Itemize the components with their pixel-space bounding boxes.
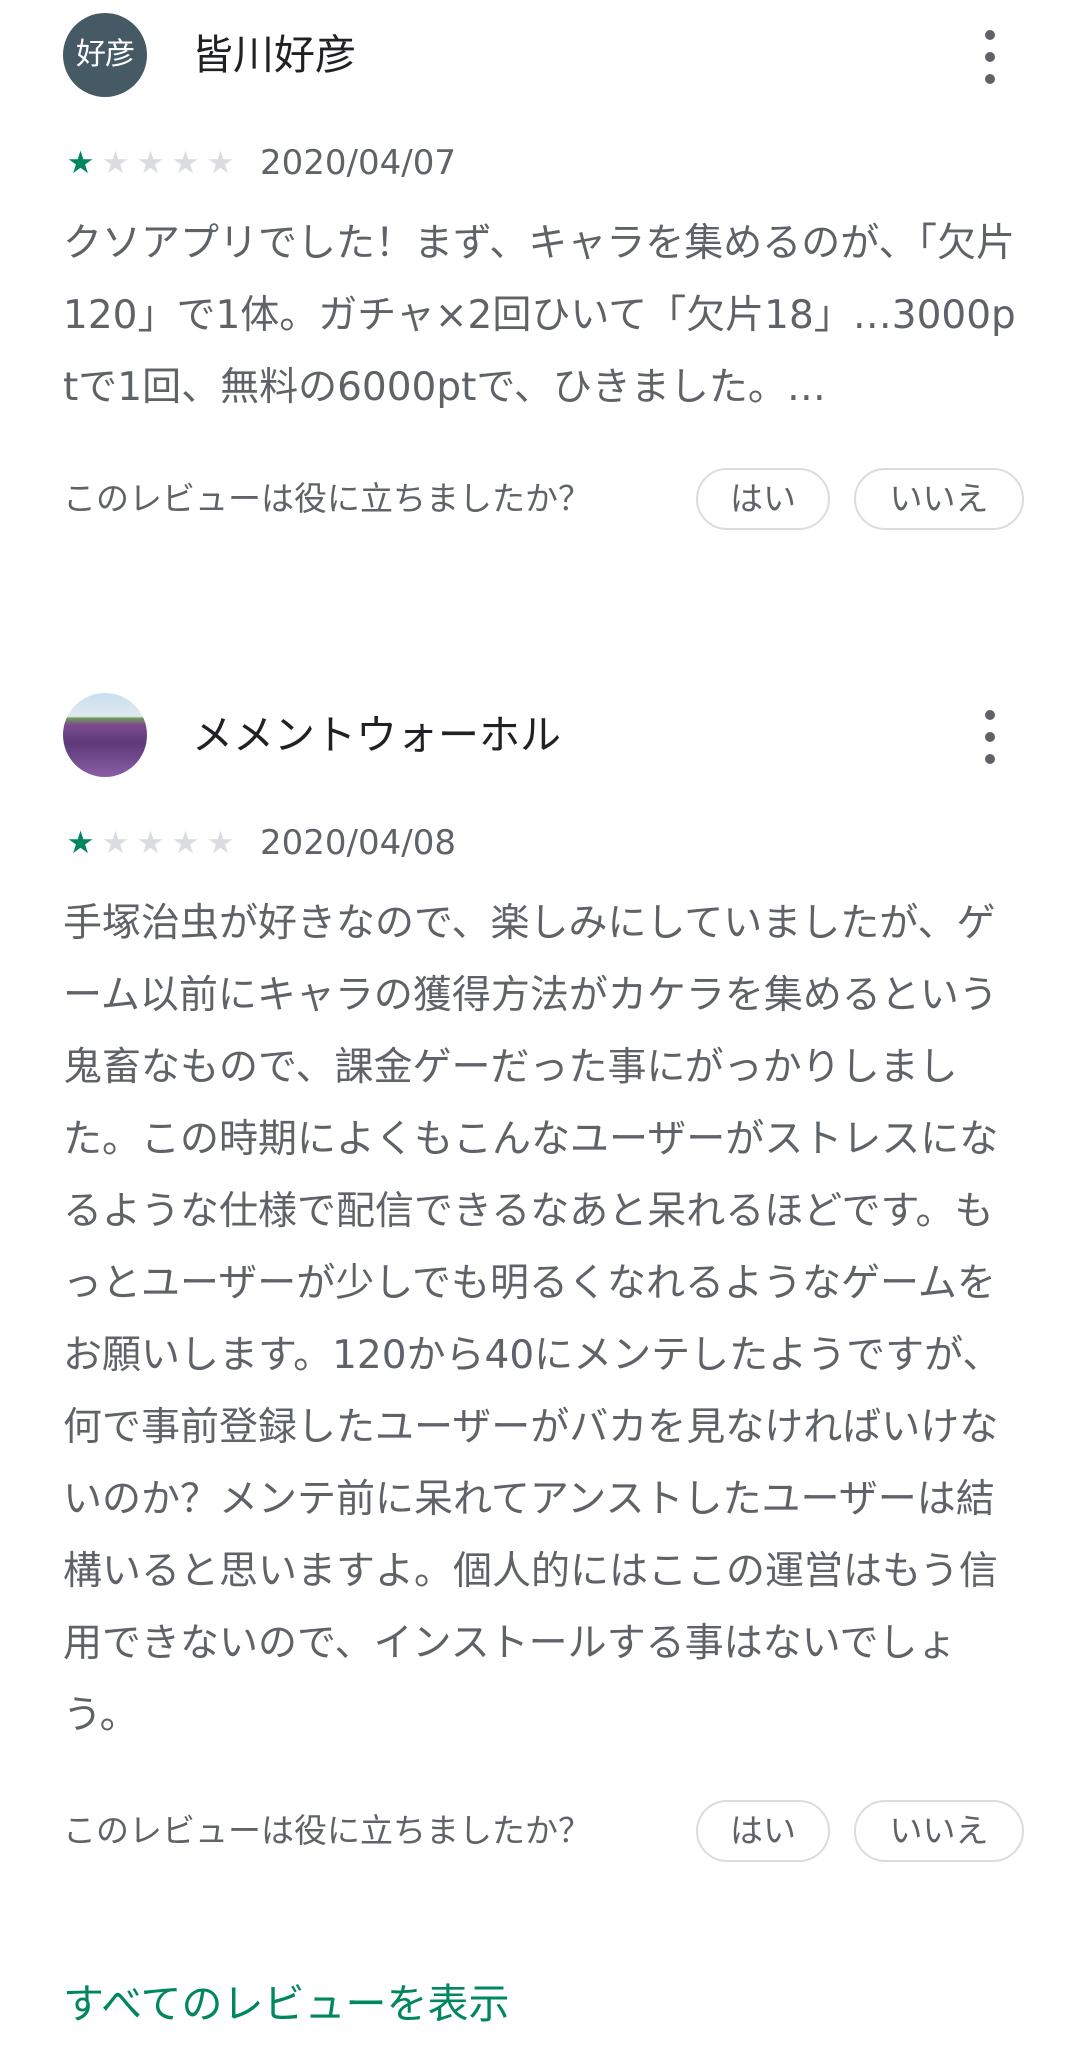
review-text[interactable]: 手塚治虫が好きなので、楽しみにしていましたが、ゲーム以前にキャラの獲得方法がカケ…	[63, 888, 1023, 1752]
star-icon: ★	[171, 825, 200, 861]
avatar	[63, 693, 147, 777]
author-name: メメントウォーホル	[192, 711, 561, 759]
review-header: メメントウォーホル	[0, 680, 1080, 777]
helpful-question: このレビューは役に立ちましたか？	[63, 479, 591, 518]
helpful-yes-button[interactable]: はい	[696, 1800, 830, 1862]
star-icon: ★	[101, 145, 130, 181]
star-icon: ★	[101, 825, 130, 861]
star-icon: ★	[66, 825, 95, 861]
star-icon: ★	[171, 145, 200, 181]
star-icon: ★	[136, 825, 165, 861]
star-icon: ★	[66, 145, 95, 181]
avatar: 好彦	[63, 13, 147, 97]
more-vert-icon[interactable]	[970, 30, 1010, 84]
more-vert-icon[interactable]	[970, 710, 1010, 764]
review-header: 好彦 皆川好彦	[0, 0, 1080, 97]
review-date: 2020/04/07	[260, 143, 456, 183]
star-rating: ★ ★ ★ ★ ★	[63, 826, 238, 860]
helpful-no-button[interactable]: いいえ	[854, 468, 1024, 530]
rating-row: ★ ★ ★ ★ ★ 2020/04/08	[63, 823, 456, 863]
review-date: 2020/04/08	[260, 823, 456, 863]
see-all-reviews-link[interactable]: すべてのレビューを表示	[63, 1976, 510, 2032]
rating-row: ★ ★ ★ ★ ★ 2020/04/07	[63, 143, 456, 183]
star-icon: ★	[136, 145, 165, 181]
star-icon: ★	[206, 145, 235, 181]
review-text[interactable]: クソアプリでした！まず、キャラを集めるのが、「欠片120」で1体。ガチャ×2回ひ…	[63, 208, 1023, 424]
star-rating: ★ ★ ★ ★ ★	[63, 146, 238, 180]
star-icon: ★	[206, 825, 235, 861]
helpful-yes-button[interactable]: はい	[696, 468, 830, 530]
author-name: 皆川好彦	[192, 31, 356, 79]
helpful-no-button[interactable]: いいえ	[854, 1800, 1024, 1862]
helpful-row: このレビューは役に立ちましたか？ はい いいえ	[63, 468, 1033, 530]
helpful-question: このレビューは役に立ちましたか？	[63, 1811, 591, 1850]
helpful-row: このレビューは役に立ちましたか？ はい いいえ	[63, 1800, 1033, 1862]
